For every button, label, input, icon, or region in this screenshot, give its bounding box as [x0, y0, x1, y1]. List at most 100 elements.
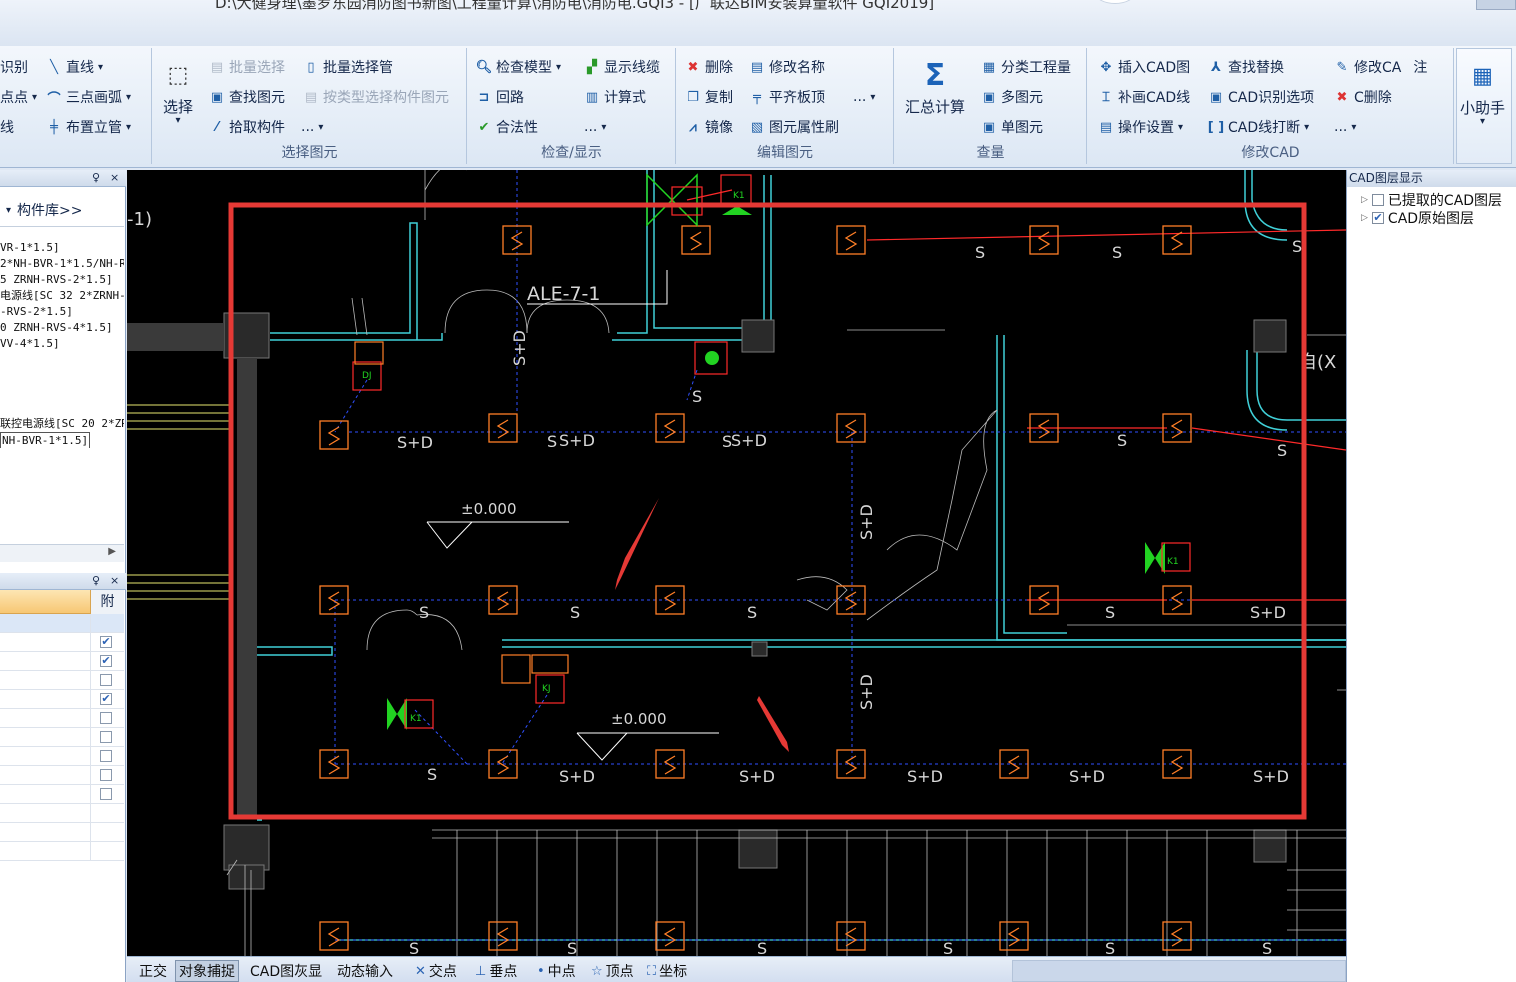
property-row[interactable]: [0, 766, 124, 785]
flat-top-button[interactable]: ╤ 平齐板顶... ▾: [749, 86, 875, 108]
horizontal-scrollbar[interactable]: ▶: [0, 544, 124, 562]
layer-checkbox[interactable]: ✔: [1371, 212, 1384, 224]
socket-symbol: [836, 225, 866, 255]
cad-drawing-canvas[interactable]: ALE-7-1 ±0.000 ±0.000 -1) 自(X K1 K1 K1 K…: [127, 170, 1346, 956]
scroll-right-icon[interactable]: ▶: [108, 546, 116, 557]
riser-button[interactable]: ╪ 布置立管 ▾: [46, 116, 131, 138]
cad-gray-toggle[interactable]: CAD图灰显: [250, 960, 322, 982]
property-row[interactable]: [0, 614, 124, 633]
tree-item[interactable]: 0 ZRNH-RVS-4*1.5]: [0, 320, 124, 336]
pin-icon[interactable]: ♀: [92, 171, 100, 184]
property-brush-button[interactable]: ▧ 图元属性刷: [749, 116, 839, 138]
rename-button[interactable]: ▤ 修改名称: [749, 56, 825, 78]
find-element-button[interactable]: ▣ 查找图元: [209, 86, 285, 108]
tree-item-selected[interactable]: NH-BVR-1*1.5]: [0, 432, 91, 448]
loop-button[interactable]: ⊐ 回路: [476, 86, 524, 108]
layer-item-extracted[interactable]: ▷ 已提取的CAD图层: [1361, 190, 1502, 210]
find-replace-button[interactable]: ⅄ 查找替换: [1208, 56, 1284, 78]
summary-calc-button[interactable]: Σ 汇总计算: [905, 58, 965, 117]
recognize-button[interactable]: 识别: [0, 56, 28, 78]
dropdown-icon[interactable]: ▾: [6, 205, 11, 216]
property-checkbox[interactable]: [100, 731, 112, 743]
arc-button[interactable]: ⌒ 三点画弧 ▾: [46, 86, 131, 108]
pick-component-button[interactable]: ⁄ 拾取构件... ▾: [209, 116, 323, 138]
category-quantity-button[interactable]: ▦ 分类工程量: [981, 56, 1071, 78]
property-checkbox[interactable]: [100, 712, 112, 724]
property-row[interactable]: ✔: [0, 690, 124, 709]
pin-icon[interactable]: ♀: [92, 574, 100, 587]
tree-item[interactable]: VR-1*1.5]: [0, 240, 124, 256]
wire-label: S: [1105, 939, 1115, 956]
layer-checkbox[interactable]: [1371, 194, 1384, 206]
snap-perpendicular[interactable]: ⊥ 垂点: [475, 960, 517, 982]
select-big-button[interactable]: ⬚ 选择 ▾: [161, 58, 195, 127]
snap-intersection[interactable]: ✕ 交点: [415, 960, 457, 982]
cad-line-break-button[interactable]: [ ] CAD线打断 ▾: [1208, 116, 1309, 138]
cad-more-button[interactable]: ... ▾: [1334, 116, 1356, 138]
show-cable-button[interactable]: ▞ 显示线缆: [584, 56, 660, 78]
helper-button[interactable]: ▦ 小助手 ▾: [1460, 59, 1505, 128]
elevation-label-2: ±0.000: [611, 710, 667, 728]
flat-top-icon: ╤: [753, 89, 761, 105]
property-checkbox[interactable]: ✔: [100, 636, 112, 648]
batch-select-pipe-button[interactable]: ▯ 批量选择管: [303, 56, 393, 78]
cad-recognize-options-button[interactable]: ▣ CAD识别选项: [1208, 86, 1314, 108]
property-checkbox[interactable]: ✔: [100, 655, 112, 667]
snap-vertex[interactable]: ☆ 顶点: [591, 960, 634, 982]
object-snap-toggle[interactable]: 对象捕捉: [175, 960, 239, 982]
property-checkbox[interactable]: [100, 788, 112, 800]
point-button[interactable]: 点点 ▾: [0, 86, 37, 108]
tree-item[interactable]: 5 ZRNH-RVS-2*1.5]: [0, 272, 124, 288]
tree-item: [0, 384, 124, 400]
redraw-cad-line-button[interactable]: ⌶ 补画CAD线: [1098, 86, 1190, 108]
delete-button[interactable]: ✖ 删除: [685, 56, 733, 78]
property-row[interactable]: [0, 709, 124, 728]
batch-select-button[interactable]: ▤ 批量选择: [209, 56, 285, 78]
close-icon[interactable]: ×: [110, 171, 119, 184]
snap-midpoint[interactable]: • 中点: [537, 960, 576, 982]
multi-element-button[interactable]: ▣ 多图元: [981, 86, 1043, 108]
formula-button[interactable]: ▥ 计算式: [584, 86, 646, 108]
layer-item-original[interactable]: ▷ ✔ CAD原始图层: [1361, 208, 1474, 228]
expand-icon[interactable]: ▷: [1361, 213, 1368, 223]
property-row[interactable]: [0, 747, 124, 766]
tree-item[interactable]: VV-4*1.5]: [0, 336, 124, 352]
tree-item[interactable]: 联控电源线[SC 20 2*ZRN: [0, 416, 124, 432]
property-checkbox[interactable]: ✔: [100, 693, 112, 705]
insert-cad-button[interactable]: ✥ 插入CAD图: [1098, 56, 1191, 78]
property-row[interactable]: [0, 785, 124, 804]
single-element-button[interactable]: ▣ 单图元: [981, 116, 1043, 138]
draw-group: 识别 点点 ▾ 线 ╲ 直线 ▾ ⌒ 三点画弧 ▾ ╪ 布置立管 ▾: [0, 48, 152, 164]
line-button[interactable]: ╲ 直线 ▾: [46, 56, 103, 78]
property-checkbox[interactable]: [100, 674, 112, 686]
property-row[interactable]: [0, 728, 124, 747]
select-by-type-button[interactable]: ▤ 按类型选择构件图元: [303, 86, 449, 108]
window-control[interactable]: [1476, 0, 1516, 10]
property-row[interactable]: ✔: [0, 652, 124, 671]
property-row[interactable]: ✔: [0, 633, 124, 652]
tree-item[interactable]: -RVS-2*1.5]: [0, 304, 124, 320]
select-group-label: 选择图元: [281, 145, 338, 161]
component-library-button[interactable]: 构件库>>: [17, 200, 82, 220]
property-checkbox[interactable]: [100, 769, 112, 781]
property-checkbox[interactable]: [100, 750, 112, 762]
socket-symbol: [1029, 225, 1059, 255]
property-row[interactable]: [0, 671, 124, 690]
modify-cad-text-button[interactable]: ✎ 修改CA 注: [1334, 56, 1428, 78]
tree-item[interactable]: 电源线[SC 32 2*ZRNH-BV: [0, 288, 124, 304]
dynamic-input-toggle[interactable]: 动态输入: [337, 960, 393, 982]
operation-settings-button[interactable]: ▤ 操作设置 ▾: [1098, 116, 1183, 138]
copy-button[interactable]: ❐ 复制: [685, 86, 733, 108]
check-model-button[interactable]: 🔍︎ 检查模型 ▾: [476, 56, 561, 78]
line-button-2[interactable]: 线: [0, 116, 14, 138]
library-row: ▾ 构件库>>: [0, 198, 124, 222]
ortho-toggle[interactable]: 正交: [139, 960, 167, 982]
snap-coordinate[interactable]: ⛶ 坐标: [647, 960, 687, 982]
tree-item[interactable]: 2*NH-BVR-1*1.5/NH-RVS: [0, 256, 124, 272]
mirror-button[interactable]: ⩘ 镜像: [685, 116, 733, 138]
close-icon[interactable]: ×: [110, 574, 119, 587]
c-delete-button[interactable]: ✖ C删除: [1334, 86, 1392, 108]
check-more-button[interactable]: ... ▾: [584, 116, 606, 138]
expand-icon[interactable]: ▷: [1361, 195, 1368, 205]
legality-button[interactable]: ✔ 合法性: [476, 116, 538, 138]
